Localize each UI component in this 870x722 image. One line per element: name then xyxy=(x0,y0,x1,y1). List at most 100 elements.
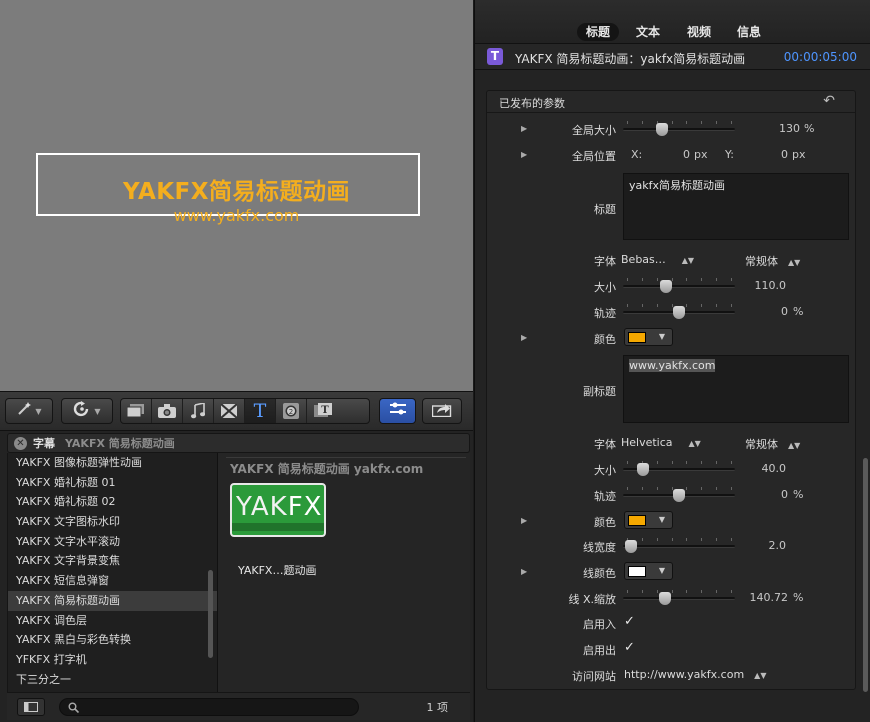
param-label: 轨迹 xyxy=(594,490,616,503)
thumbnail-label: YAKFX…题动画 xyxy=(238,564,317,577)
slider-knob[interactable] xyxy=(673,306,685,319)
inspector-timecode: 00:00:05:00 xyxy=(783,50,857,64)
slider-tick xyxy=(656,590,658,593)
param-value[interactable]: 2.0 xyxy=(749,539,787,552)
retime-button[interactable]: ▼ xyxy=(61,398,113,424)
enable-out-checkbox[interactable]: ✓ xyxy=(624,640,635,655)
thumb-logo-yak: YAK xyxy=(236,492,288,522)
list-item[interactable]: YAKFX 文字背景变焦 xyxy=(8,551,217,571)
disclosure-triangle-icon[interactable]: ▶ xyxy=(521,124,527,133)
list-item[interactable]: YAKFX 黑白与彩色转换 xyxy=(8,630,217,650)
list-item[interactable]: YAKFX 文字图标水印 xyxy=(8,512,217,532)
slider-knob[interactable] xyxy=(660,280,672,293)
clips-icon[interactable] xyxy=(121,399,152,423)
subtitle-text-field[interactable]: www.yakfx.com xyxy=(623,355,849,423)
themes-icon[interactable]: T xyxy=(307,399,338,423)
list-item[interactable]: YAKFX 调色层 xyxy=(8,611,217,631)
category-list: YAKFX 图像标题弹性动画 YAKFX 婚礼标题 01 YAKFX 婚礼标题 02… xyxy=(7,453,217,692)
updown-icon: ▲▼ xyxy=(681,256,695,265)
list-item[interactable]: YAKFX 简易标题动画 xyxy=(8,590,217,611)
generators-icon[interactable]: 2 xyxy=(276,399,307,423)
slider-knob[interactable] xyxy=(673,489,685,502)
param-label: 全局位置 xyxy=(572,150,616,163)
thumb-logo: YAKFX xyxy=(236,492,322,522)
list-item[interactable]: YAKFX 婚礼标题 01 xyxy=(8,473,217,493)
list-item[interactable]: YAKFX 婚礼标题 02 xyxy=(8,492,217,512)
position-x-label: X: xyxy=(631,148,643,161)
line-color-well[interactable]: ▼ xyxy=(624,562,673,580)
title-tracking-slider[interactable] xyxy=(623,304,735,320)
tab-title[interactable]: 标题 xyxy=(577,23,620,41)
list-scrollbar[interactable] xyxy=(208,570,213,658)
music-icon[interactable] xyxy=(183,399,214,423)
line-width-slider[interactable] xyxy=(623,538,735,554)
slider-tick xyxy=(686,487,688,490)
param-unit: % xyxy=(804,122,815,135)
transitions-icon[interactable] xyxy=(214,399,245,423)
position-x-value[interactable]: 0 xyxy=(657,148,690,161)
param-value[interactable]: 140.72 xyxy=(749,591,789,604)
enable-in-checkbox[interactable]: ✓ xyxy=(624,614,635,629)
param-value[interactable]: 130 xyxy=(749,122,800,135)
title-font-family-popup[interactable]: Bebas… ▲▼ xyxy=(621,253,694,266)
thumb-strip xyxy=(232,523,324,531)
tab-info[interactable]: 信息 xyxy=(728,23,770,41)
title-color-well[interactable]: ▼ xyxy=(624,328,673,346)
inspector-title-bar: T YAKFX 简易标题动画：yakfx简易标题动画 00:00:05:00 xyxy=(475,44,870,70)
param-value[interactable]: 0 xyxy=(749,488,788,501)
slider-tick xyxy=(671,278,673,281)
slider-knob[interactable] xyxy=(659,592,671,605)
sub-font-family-popup[interactable]: Helvetica ▲▼ xyxy=(621,436,701,449)
param-value[interactable]: 110.0 xyxy=(749,279,787,292)
inspector-button[interactable] xyxy=(379,398,416,424)
sub-font-style-popup[interactable]: 常规体 ▲▼ xyxy=(745,436,800,452)
close-icon[interactable]: ✕ xyxy=(14,436,27,450)
param-label: 线颜色 xyxy=(583,567,616,580)
tab-video[interactable]: 视频 xyxy=(678,23,720,41)
slider-knob[interactable] xyxy=(625,540,637,553)
title-size-slider[interactable] xyxy=(623,278,735,294)
slider-knob[interactable] xyxy=(637,463,649,476)
website-popup[interactable]: http://www.yakfx.com ▲▼ xyxy=(624,668,766,681)
enhance-button[interactable]: ▼ xyxy=(5,398,53,424)
global-scale-slider[interactable] xyxy=(623,121,735,137)
list-item[interactable]: 下三分之一 xyxy=(8,670,217,690)
line-x-scale-slider[interactable] xyxy=(623,590,735,606)
param-value[interactable]: 40.0 xyxy=(749,462,787,475)
titles-icon[interactable]: T xyxy=(245,399,276,423)
disclosure-triangle-icon[interactable]: ▶ xyxy=(521,516,527,525)
title-text-field[interactable]: yakfx简易标题动画 xyxy=(623,173,849,240)
camera-icon[interactable] xyxy=(152,399,183,423)
slider-tick xyxy=(641,121,643,124)
slider-tick xyxy=(671,121,673,124)
position-y-value[interactable]: 0 xyxy=(751,148,788,161)
list-item[interactable]: YAKFX 图像标题弹性动画 xyxy=(8,453,217,473)
reset-icon[interactable]: ↶ xyxy=(823,93,835,109)
title-thumbnail[interactable]: YAKFX xyxy=(230,483,326,537)
disclosure-triangle-icon[interactable]: ▶ xyxy=(521,333,527,342)
color-chip xyxy=(628,566,646,577)
disclosure-triangle-icon[interactable]: ▶ xyxy=(521,150,527,159)
inspector-scrollbar[interactable] xyxy=(863,458,868,692)
list-item[interactable]: YAKFX 文字水平滚动 xyxy=(8,532,217,552)
list-item[interactable]: YFKFX 打字机 xyxy=(8,650,217,670)
viewer[interactable]: YAKFX简易标题动画 www.yakfx.com xyxy=(0,0,473,391)
title-text-value: yakfx简易标题动画 xyxy=(629,179,726,192)
share-button[interactable] xyxy=(422,398,462,424)
tab-text[interactable]: 文本 xyxy=(627,23,669,41)
slider-tick xyxy=(656,461,658,464)
sub-tracking-slider[interactable] xyxy=(623,487,735,503)
sub-color-well[interactable]: ▼ xyxy=(624,511,673,529)
title-font-style-popup[interactable]: 常规体 ▲▼ xyxy=(745,253,800,269)
list-item[interactable]: YAKFX 短信息弹窗 xyxy=(8,571,217,591)
sidebar-toggle-button[interactable] xyxy=(17,698,45,716)
slider-tick xyxy=(716,590,718,593)
disclosure-triangle-icon[interactable]: ▶ xyxy=(521,567,527,576)
slider-tick xyxy=(627,278,628,281)
search-input[interactable] xyxy=(59,698,359,716)
slider-tick xyxy=(641,304,643,307)
sub-size-slider[interactable] xyxy=(623,461,735,477)
slider-tick xyxy=(701,461,703,464)
param-value[interactable]: 0 xyxy=(749,305,788,318)
slider-knob[interactable] xyxy=(656,123,668,136)
